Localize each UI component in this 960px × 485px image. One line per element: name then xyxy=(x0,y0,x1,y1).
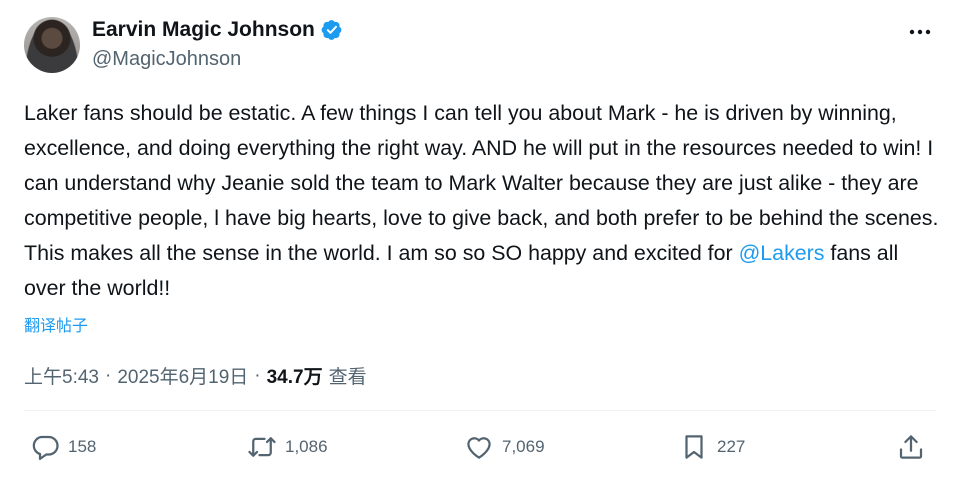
translate-post-link[interactable]: 翻译帖子 xyxy=(24,312,88,336)
bookmark-button[interactable]: 227 xyxy=(679,432,745,462)
author-name[interactable]: Earvin Magic Johnson xyxy=(92,18,315,42)
views-count: 34.7万 xyxy=(266,367,323,388)
heart-icon xyxy=(467,437,491,459)
share-button[interactable] xyxy=(896,432,926,462)
reply-icon xyxy=(32,435,59,460)
bookmark-icon xyxy=(685,435,703,459)
divider xyxy=(24,410,936,411)
verified-badge-icon xyxy=(321,20,342,40)
avatar[interactable] xyxy=(24,17,80,73)
tweet-text: Laker fans should be estatic. A few thin… xyxy=(24,96,939,306)
meta-separator-2: · xyxy=(254,364,261,386)
bookmark-count: 227 xyxy=(717,437,746,456)
tweet-time[interactable]: 上午5:43 xyxy=(24,362,99,389)
share-icon xyxy=(899,435,923,459)
meta-separator: · xyxy=(104,364,112,386)
more-options-icon[interactable] xyxy=(906,22,934,42)
reply-count: 158 xyxy=(68,437,97,456)
author-name-row: Earvin Magic Johnson xyxy=(92,18,343,42)
tweet-date[interactable]: 2025年6月19日 xyxy=(117,362,248,389)
repost-count: 1,086 xyxy=(285,437,328,456)
like-button[interactable]: 7,069 xyxy=(464,432,545,462)
repost-icon xyxy=(248,437,276,457)
tweet-meta: 上午5:43 · 2025年6月19日 · 34.7万 查看 xyxy=(24,362,367,389)
repost-button[interactable]: 1,086 xyxy=(247,432,328,462)
like-count: 7,069 xyxy=(502,437,545,456)
mention-link[interactable]: @Lakers xyxy=(739,241,825,265)
author-handle[interactable]: @MagicJohnson xyxy=(92,48,241,71)
views-label: 查看 xyxy=(328,367,367,388)
reply-button[interactable]: 158 xyxy=(30,432,96,462)
